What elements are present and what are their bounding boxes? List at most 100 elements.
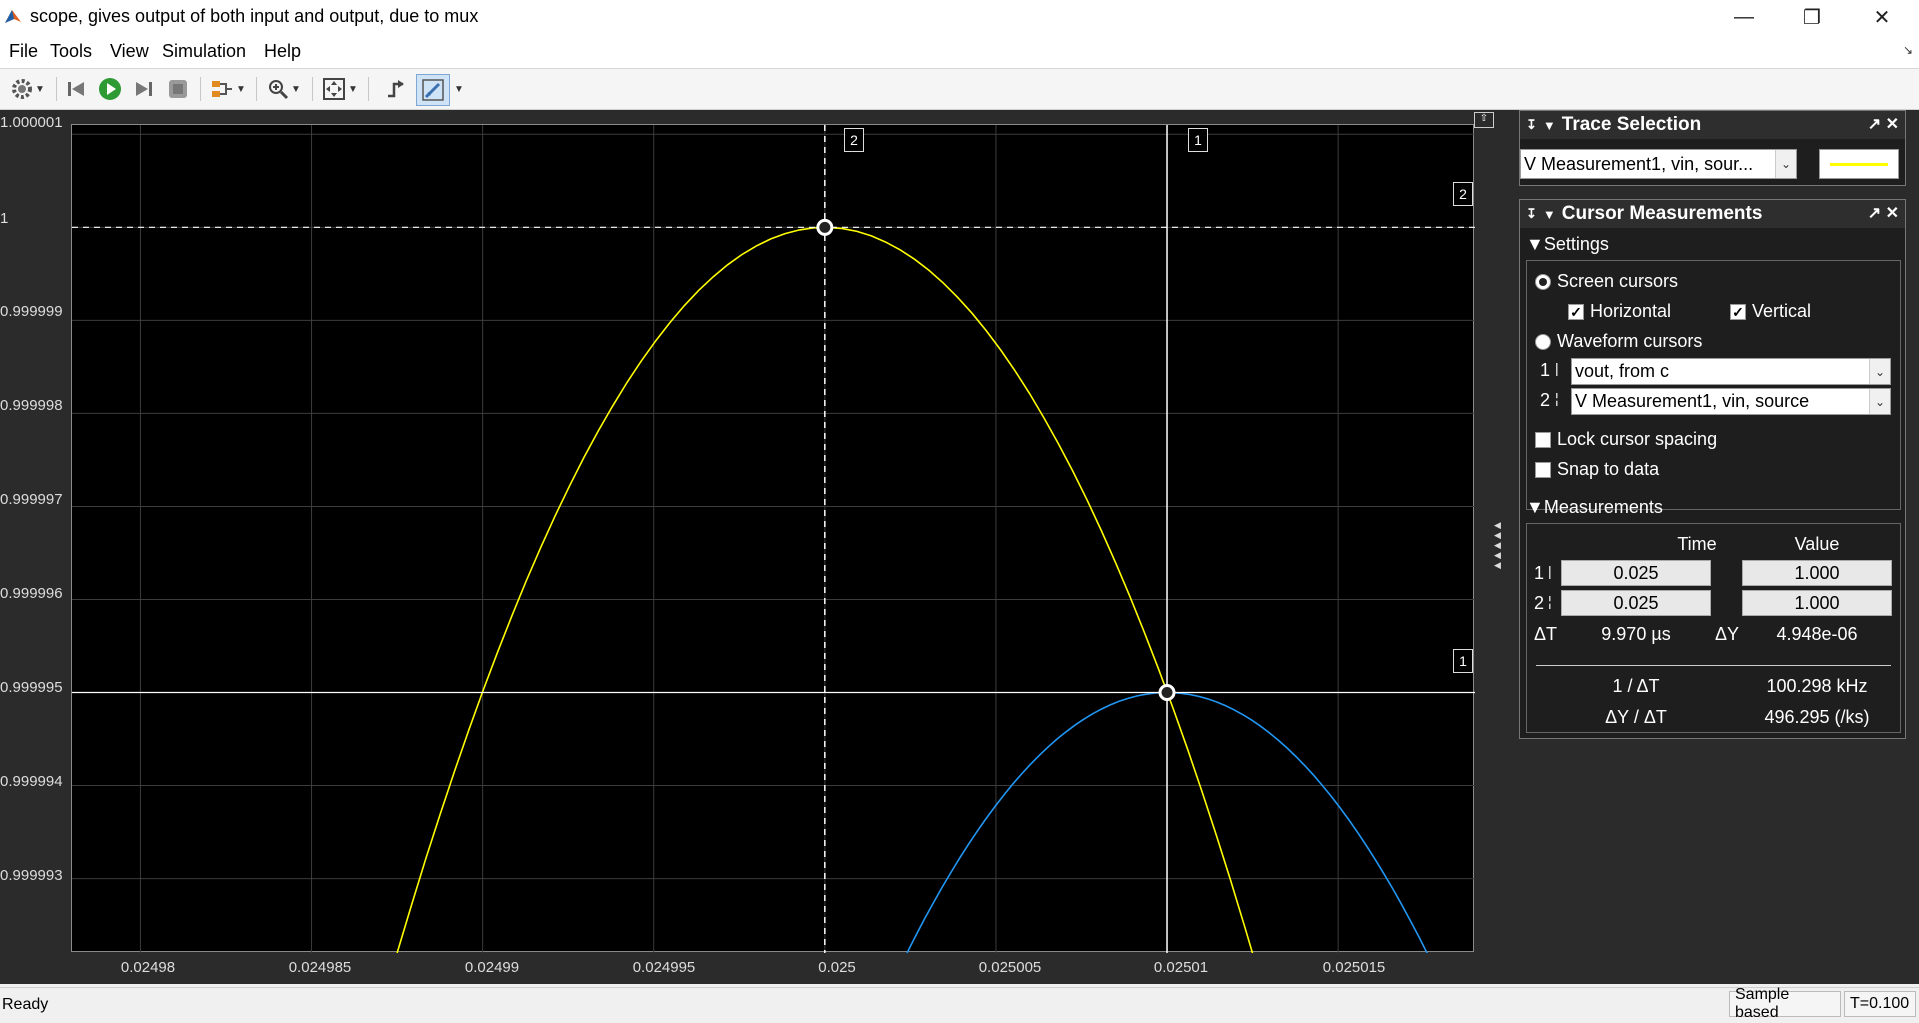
waveform-cursors-radio[interactable] — [1535, 334, 1551, 350]
run-icon — [99, 78, 121, 100]
cursor1-value-value: 1.000 — [1742, 560, 1892, 586]
delta-y-label: ΔY — [1715, 624, 1740, 644]
meas-row2-label: 2 — [1534, 593, 1545, 613]
undock-icon[interactable]: ↗ — [1868, 116, 1881, 133]
x-tick: 0.025015 — [1322, 959, 1386, 976]
trace-yellow-line — [396, 226, 1254, 953]
status-bar: Ready Sample based T=0.100 — [0, 986, 1919, 1023]
cursor1-label: 1 — [1540, 360, 1551, 380]
x-tick: 0.024995 — [632, 959, 696, 976]
triggers-button[interactable] — [382, 74, 410, 104]
trace-color-swatch[interactable] — [1819, 149, 1899, 179]
y-tick: 0.999996 — [0, 585, 63, 602]
cursor1-trace-value: vout, from c — [1575, 361, 1670, 381]
menu-view[interactable]: View — [110, 41, 149, 62]
menu-bar: File Tools View Simulation Help ↘ — [0, 34, 1919, 69]
menu-tools[interactable]: Tools — [50, 41, 92, 62]
settings-section-toggle[interactable]: ▼Settings — [1526, 234, 1609, 255]
screen-cursors-radio[interactable] — [1535, 274, 1551, 290]
sample-mode-indicator: Sample based — [1729, 986, 1841, 1021]
scope-plot[interactable] — [71, 124, 1475, 953]
matlab-logo-icon — [5, 10, 21, 23]
stop-button[interactable] — [164, 74, 192, 104]
chevron-down-icon: ⌄ — [1775, 150, 1796, 178]
status-text: Ready — [2, 996, 49, 1013]
vertical-cursor-2-tag[interactable]: 2 — [844, 128, 864, 152]
close-window-button[interactable]: ✕ — [1849, 0, 1915, 34]
lock-spacing-checkbox[interactable] — [1535, 432, 1551, 448]
trace-line-sample — [1830, 163, 1888, 166]
menu-help[interactable]: Help — [264, 41, 301, 62]
cursor-1-marker — [1158, 684, 1176, 702]
y-tick: 0.999998 — [0, 397, 63, 414]
y-tick: 0.999997 — [0, 491, 63, 508]
trace-select-dropdown[interactable]: V Measurement1, vin, sour... ⌄ — [1520, 149, 1797, 179]
horizontal-checkbox[interactable]: ✓ — [1568, 304, 1584, 320]
measurements-section-toggle[interactable]: ▼Measurements — [1526, 497, 1663, 518]
minimize-button[interactable]: — — [1711, 0, 1777, 34]
x-tick: 0.02499 — [464, 959, 520, 976]
trace-selection-panel: ↧ ▼ Trace Selection ↗ ✕ V Measurement1, … — [1519, 110, 1906, 186]
cursor-measurements-dropdown[interactable]: ▼ — [454, 84, 464, 95]
cursor-measurements-icon — [422, 79, 444, 101]
pin-icon[interactable]: ↧ — [1526, 117, 1537, 133]
undock-icon[interactable]: ↘ — [1903, 43, 1913, 57]
collapse-panel-icon[interactable]: ◀ ◀ ◀ ◀ ◀ — [1494, 520, 1501, 570]
cursor-2-marker — [816, 218, 834, 236]
scale-axes-button[interactable]: ▼ — [318, 74, 362, 104]
value-column-header: Value — [1794, 534, 1840, 554]
vertical-checkbox[interactable]: ✓ — [1730, 304, 1746, 320]
scale-axes-icon — [323, 78, 346, 100]
delta-t-label: ΔT — [1534, 624, 1558, 644]
zoom-icon — [269, 80, 289, 100]
dashed-line-icon: ¦ — [1548, 593, 1552, 609]
horizontal-cursor-1-tag[interactable]: 1 — [1453, 649, 1473, 673]
dashed-line-icon: ¦ — [1555, 390, 1559, 406]
undock-icon[interactable]: ↗ — [1868, 205, 1881, 222]
settings-button[interactable]: ▼ — [6, 74, 50, 104]
cursor2-time-value: 0.025 — [1561, 590, 1711, 616]
step-back-button[interactable] — [62, 74, 90, 104]
stop-icon — [169, 80, 187, 98]
cursor-measurements-button[interactable] — [416, 74, 450, 106]
collapse-icon[interactable]: ▼ — [1543, 118, 1556, 133]
scope-traces — [72, 125, 1475, 953]
cursor-measurements-header: ↧ ▼ Cursor Measurements ↗ ✕ — [1520, 200, 1905, 228]
chevron-down-icon: ⌄ — [1869, 359, 1890, 384]
menu-file[interactable]: File — [9, 41, 38, 62]
close-icon[interactable]: ✕ — [1886, 116, 1899, 133]
cursor-measurements-title: Cursor Measurements — [1561, 203, 1763, 224]
menu-simulation[interactable]: Simulation — [162, 41, 246, 62]
y-tick: 1 — [0, 210, 9, 227]
toolbar: ▼ ▼ ▼ ▼ ▼ — [0, 69, 1919, 110]
settings-section-label: Settings — [1543, 234, 1609, 254]
cursor2-label: 2 — [1540, 390, 1551, 410]
solid-line-icon: | — [1555, 360, 1559, 376]
vertical-cursor-1-tag[interactable]: 1 — [1188, 128, 1208, 152]
cursor2-value-value: 1.000 — [1742, 590, 1892, 616]
maximize-axes-icon[interactable]: ⇧ — [1474, 112, 1494, 128]
delta-t-value: 9.970 µs — [1601, 624, 1671, 644]
step-forward-button[interactable] — [130, 74, 158, 104]
cursor2-trace-dropdown[interactable]: V Measurement1, vin, source ⌄ — [1571, 388, 1891, 415]
x-tick: 0.024985 — [288, 959, 352, 976]
cursor1-time-value: 0.025 — [1561, 560, 1711, 586]
title-bar: scope, gives output of both input and ou… — [0, 0, 1919, 34]
highlight-block-button[interactable]: ▼ — [206, 74, 250, 104]
cursor1-trace-dropdown[interactable]: vout, from c ⌄ — [1571, 358, 1891, 385]
x-tick: 0.025 — [818, 959, 856, 976]
collapse-icon[interactable]: ▼ — [1543, 207, 1556, 222]
run-button[interactable] — [96, 74, 124, 104]
x-tick: 0.02501 — [1153, 959, 1209, 976]
slope-label: ΔY / ΔT — [1605, 707, 1667, 727]
step-forward-icon — [136, 82, 152, 96]
gear-icon — [12, 79, 33, 99]
pin-icon[interactable]: ↧ — [1526, 206, 1537, 222]
horizontal-label: Horizontal — [1590, 301, 1672, 321]
horizontal-cursor-2-tag[interactable]: 2 — [1453, 182, 1473, 206]
window-title: scope, gives output of both input and ou… — [30, 6, 479, 26]
zoom-button[interactable]: ▼ — [262, 74, 306, 104]
snap-to-data-checkbox[interactable] — [1535, 462, 1551, 478]
restore-button[interactable]: ❐ — [1779, 0, 1845, 34]
close-icon[interactable]: ✕ — [1886, 205, 1899, 222]
